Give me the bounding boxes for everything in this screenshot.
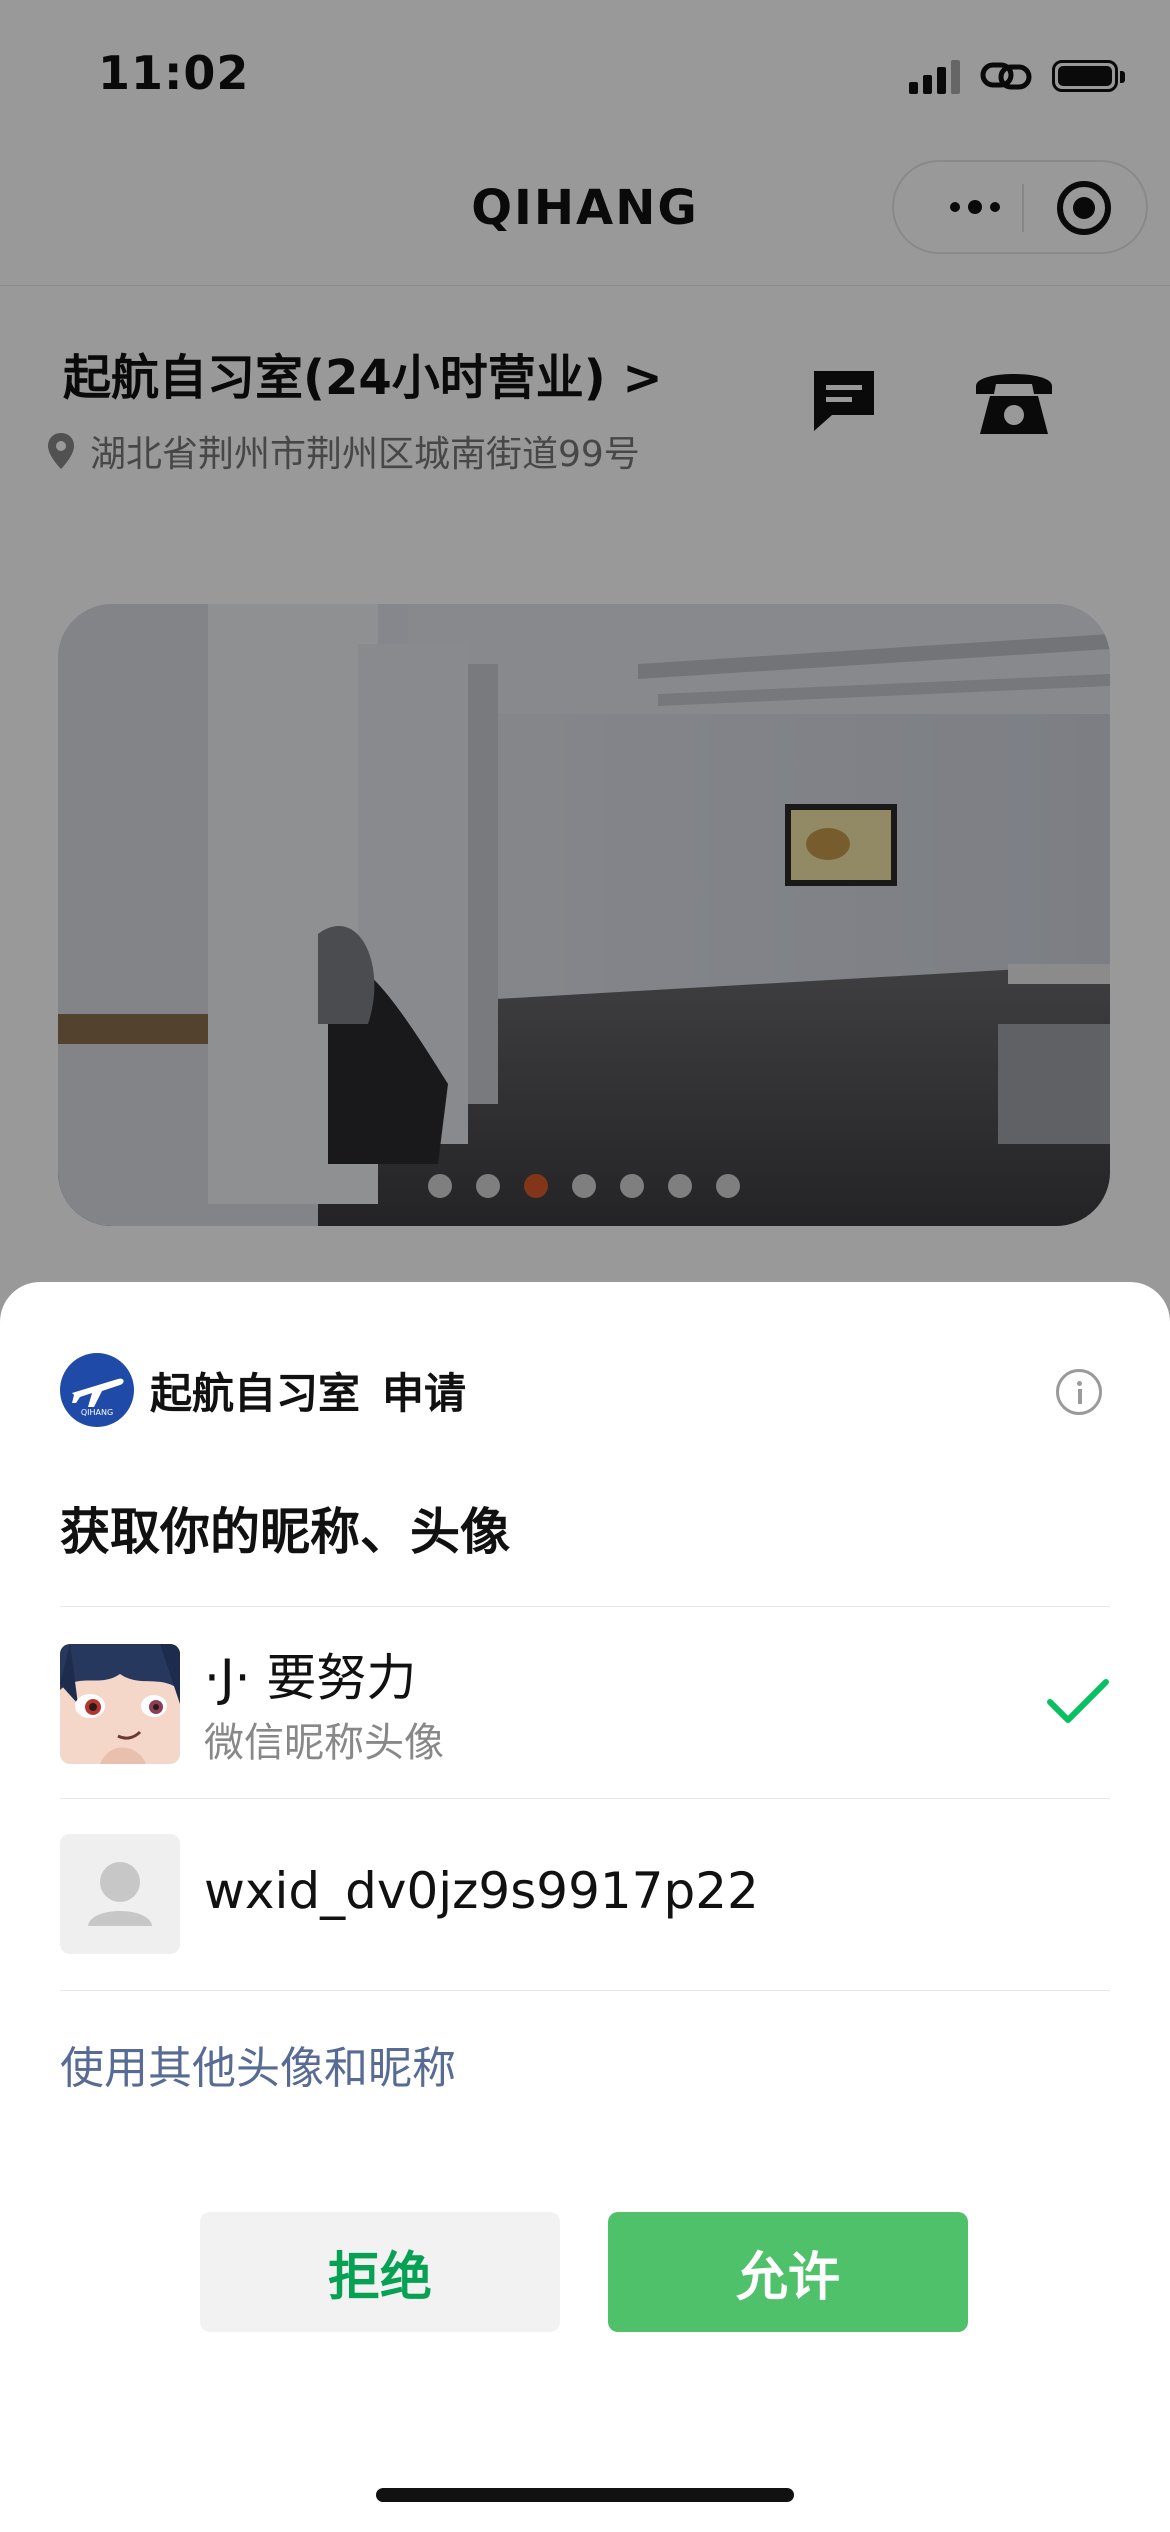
app-logo-text: QIHANG (80, 1408, 114, 1417)
wechat-nickname: ·J· 要努力 (204, 1649, 417, 1707)
profile-option-wxid[interactable]: wxid_dv0jz9s9917p22 (60, 1800, 1110, 1990)
app-logo: QIHANG (60, 1353, 134, 1427)
allow-button[interactable]: 允许 (608, 2212, 968, 2332)
app-header: QIHANG 起航自习室 申请 (60, 1352, 466, 1428)
divider (60, 1606, 1110, 1607)
wechat-avatar (60, 1644, 180, 1764)
wxid-name: wxid_dv0jz9s9917p22 (204, 1862, 759, 1920)
home-indicator[interactable] (376, 2488, 794, 2502)
use-other-profile-link[interactable]: 使用其他头像和昵称 (60, 2032, 456, 2096)
divider (60, 1990, 1110, 1991)
person-icon (88, 1862, 152, 1926)
permission-heading: 获取你的昵称、头像 (60, 1503, 510, 1561)
reject-button[interactable]: 拒绝 (200, 2212, 560, 2332)
wechat-nickname-subtitle: 微信昵称头像 (204, 1720, 444, 1766)
request-label: 申请 (382, 1368, 467, 1418)
checkmark-icon (1047, 1679, 1109, 1723)
divider (60, 1798, 1110, 1799)
app-name: 起航自习室 (150, 1368, 361, 1418)
default-avatar (60, 1834, 180, 1954)
info-icon[interactable] (1056, 1369, 1102, 1415)
profile-option-wechat[interactable]: ·J· 要努力 微信昵称头像 (60, 1608, 1110, 1798)
anime-avatar-image (60, 1644, 180, 1764)
authorization-sheet: QIHANG 起航自习室 申请 获取你的昵称、头像 ·J· 要努力 微信昵称头像… (0, 1282, 1170, 2532)
